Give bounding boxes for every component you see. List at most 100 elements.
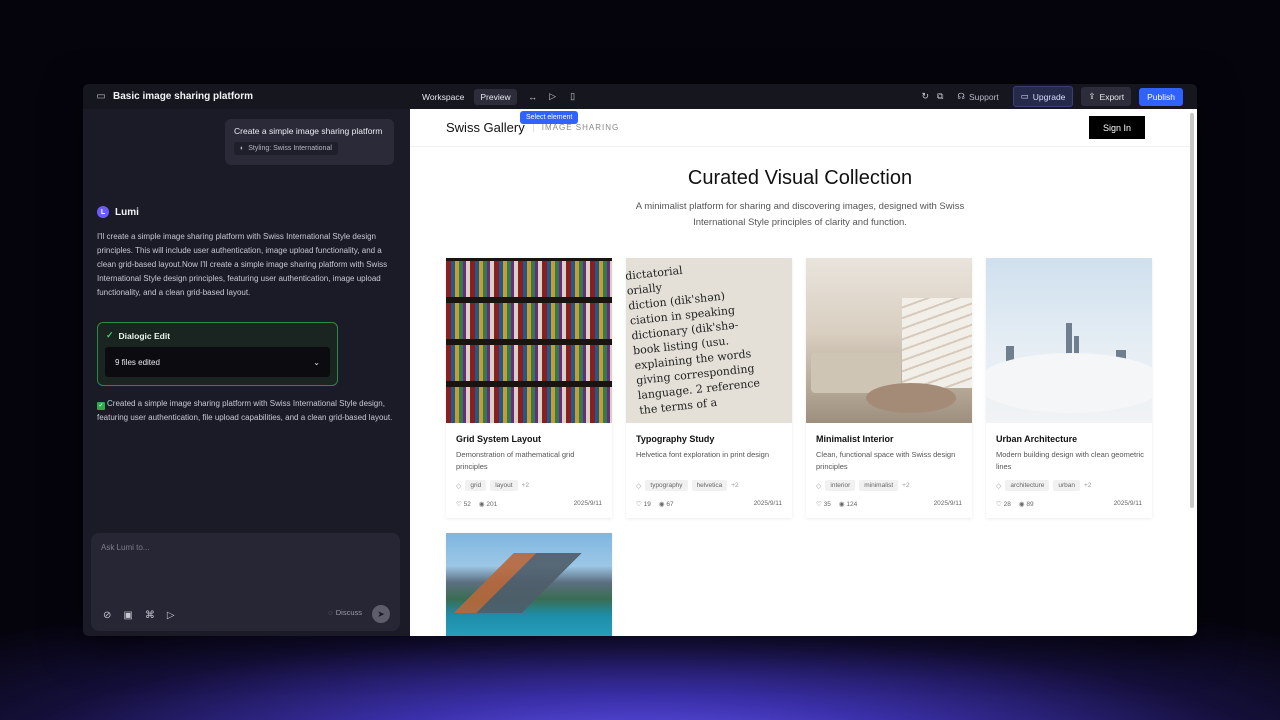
components-icon[interactable]: ⌘ [145,610,155,621]
card-tags: ◇ interior minimalist +2 [816,480,910,491]
more-tags: +2 [731,482,739,489]
refresh-icon[interactable]: ↻ [921,91,929,102]
tag-icon: ◇ [456,482,462,490]
likes[interactable]: ♡ 19 [636,500,651,508]
chat-composer: Ask Lumi to... ⊘ ▣ ⌘ ▷ ◌ Discuss ➤ [91,533,400,631]
likes-count: 19 [643,501,651,508]
mobile-icon[interactable]: ▯ [567,91,579,102]
support-label: Support [968,91,999,102]
tag[interactable]: grid [465,480,487,491]
eye-icon: ◉ [478,501,485,508]
export-button[interactable]: ⇪ Export [1081,87,1132,106]
attach-icon[interactable]: ⊘ [103,610,111,621]
palette-icon: ◐ [240,145,245,152]
send-button[interactable]: ➤ [372,605,390,623]
heart-icon: ♡ [456,501,462,508]
eye-icon: ◉ [838,501,845,508]
user-message: Create a simple image sharing platform ◐… [225,119,394,165]
export-label: Export [1099,91,1125,102]
discuss-toggle[interactable]: ◌ Discuss [328,608,362,617]
chat-input[interactable]: Ask Lumi to... [101,543,149,552]
views-count: 201 [486,501,498,508]
view-switcher: Workspace Preview [416,88,517,105]
heart-icon: ♡ [636,501,642,508]
card-description: Helvetica font exploration in print desi… [636,450,769,459]
tag[interactable]: typography [645,480,688,491]
styling-chip[interactable]: ◐ Styling: Swiss International [234,142,338,155]
image-card[interactable] [446,533,612,636]
sign-in-button[interactable]: Sign In [1089,116,1145,139]
tag-icon: ◇ [636,482,642,490]
card-tags: ◇ architecture urban +2 [996,480,1091,491]
site-tagline: IMAGE SHARING [532,123,619,132]
note-icon[interactable]: ▣ [123,610,132,621]
views-count: 124 [846,501,858,508]
publish-button[interactable]: Publish [1139,87,1183,106]
tag[interactable]: layout [490,480,518,491]
likes[interactable]: ♡ 28 [996,500,1011,508]
support-button[interactable]: ☊ Support [951,91,1004,102]
tag[interactable]: interior [825,480,856,491]
eye-icon: ◉ [658,501,665,508]
app-window: ▭ Basic image sharing platform Workspace… [83,84,1197,636]
card-title: Urban Architecture [996,434,1078,444]
export-icon: ⇪ [1088,91,1096,101]
views-count: 89 [1026,501,1034,508]
top-actions: ↻ ⧉ ☊ Support ▭ Upgrade ⇪ Export Publish [921,86,1197,107]
more-tags: +2 [521,482,530,489]
pointer-icon[interactable]: ▷ [167,610,175,621]
views: ◉ 124 [839,500,857,508]
image-card[interactable]: Urban Architecture Modern building desig… [986,258,1152,518]
preview-scrollbar[interactable] [1190,113,1194,508]
card-date: 2025/9/11 [1113,500,1142,507]
tag-icon: ◇ [816,482,822,490]
likes[interactable]: ♡ 52 [456,500,471,508]
card-date: 2025/9/11 [933,500,962,507]
bookshelf-image [446,258,612,423]
chat-bubble-icon: ◌ [328,608,333,617]
tag[interactable]: architecture [1005,480,1050,491]
select-element-tooltip: Select element [520,111,579,124]
card-date: 2025/9/11 [753,500,782,507]
city-image [986,258,1152,423]
tag-icon: ◇ [996,482,1002,490]
tab-workspace[interactable]: Workspace [416,89,470,105]
image-card[interactable]: dictatorial orially diction (dik'shən) ciat… [626,258,792,518]
card-icon: ▭ [1020,91,1029,101]
tab-preview[interactable]: Preview [474,88,517,105]
more-tags: +2 [1083,482,1092,489]
card-description: Clean, functional space with Swiss desig… [816,450,956,471]
likes-count: 52 [463,501,471,508]
tag[interactable]: urban [1053,480,1080,491]
site-logo[interactable]: Swiss Gallery [446,120,525,135]
likes-count: 35 [823,501,831,508]
select-element-icon[interactable]: ▷ [547,91,559,102]
discuss-label: Discuss [335,608,362,617]
user-message-text: Create a simple image sharing platform [234,126,383,136]
chat-panel: Create a simple image sharing platform ◐… [83,109,410,636]
assistant-name: Lumi [115,206,139,218]
tag[interactable]: minimalist [859,480,899,491]
lumi-logo-icon: L [97,206,109,218]
project-title: Basic image sharing platform [113,91,254,102]
dialogic-edit-card: ✓ Dialogic Edit 9 files edited ⌄ [97,322,338,386]
open-external-icon[interactable]: ⧉ [937,91,943,102]
views: ◉ 201 [479,500,497,508]
hero-title: Curated Visual Collection [687,167,913,189]
sidebar-toggle-icon[interactable]: ▭ [95,91,107,103]
code-icon[interactable]: ↔ [527,92,539,102]
dictionary-image: dictatorial orially diction (dik'shən) ciat… [626,258,792,423]
image-card[interactable]: Minimalist Interior Clean, functional sp… [806,258,972,518]
image-card[interactable]: Grid System Layout Demonstration of math… [446,258,612,518]
checkbox-icon: ✓ [97,402,105,410]
upgrade-button[interactable]: ▭ Upgrade [1012,86,1074,107]
files-edited-label: 9 files edited [115,357,160,367]
heart-icon: ♡ [996,501,1002,508]
likes[interactable]: ♡ 35 [816,500,831,508]
composer-tools: ⊘ ▣ ⌘ ▷ [103,610,175,621]
styling-chip-label: Styling: Swiss International [248,145,332,152]
card-date: 2025/9/11 [573,500,602,507]
heart-icon: ♡ [816,501,822,508]
tag[interactable]: helvetica [691,480,728,491]
files-edited-dropdown[interactable]: 9 files edited ⌄ [105,347,330,377]
